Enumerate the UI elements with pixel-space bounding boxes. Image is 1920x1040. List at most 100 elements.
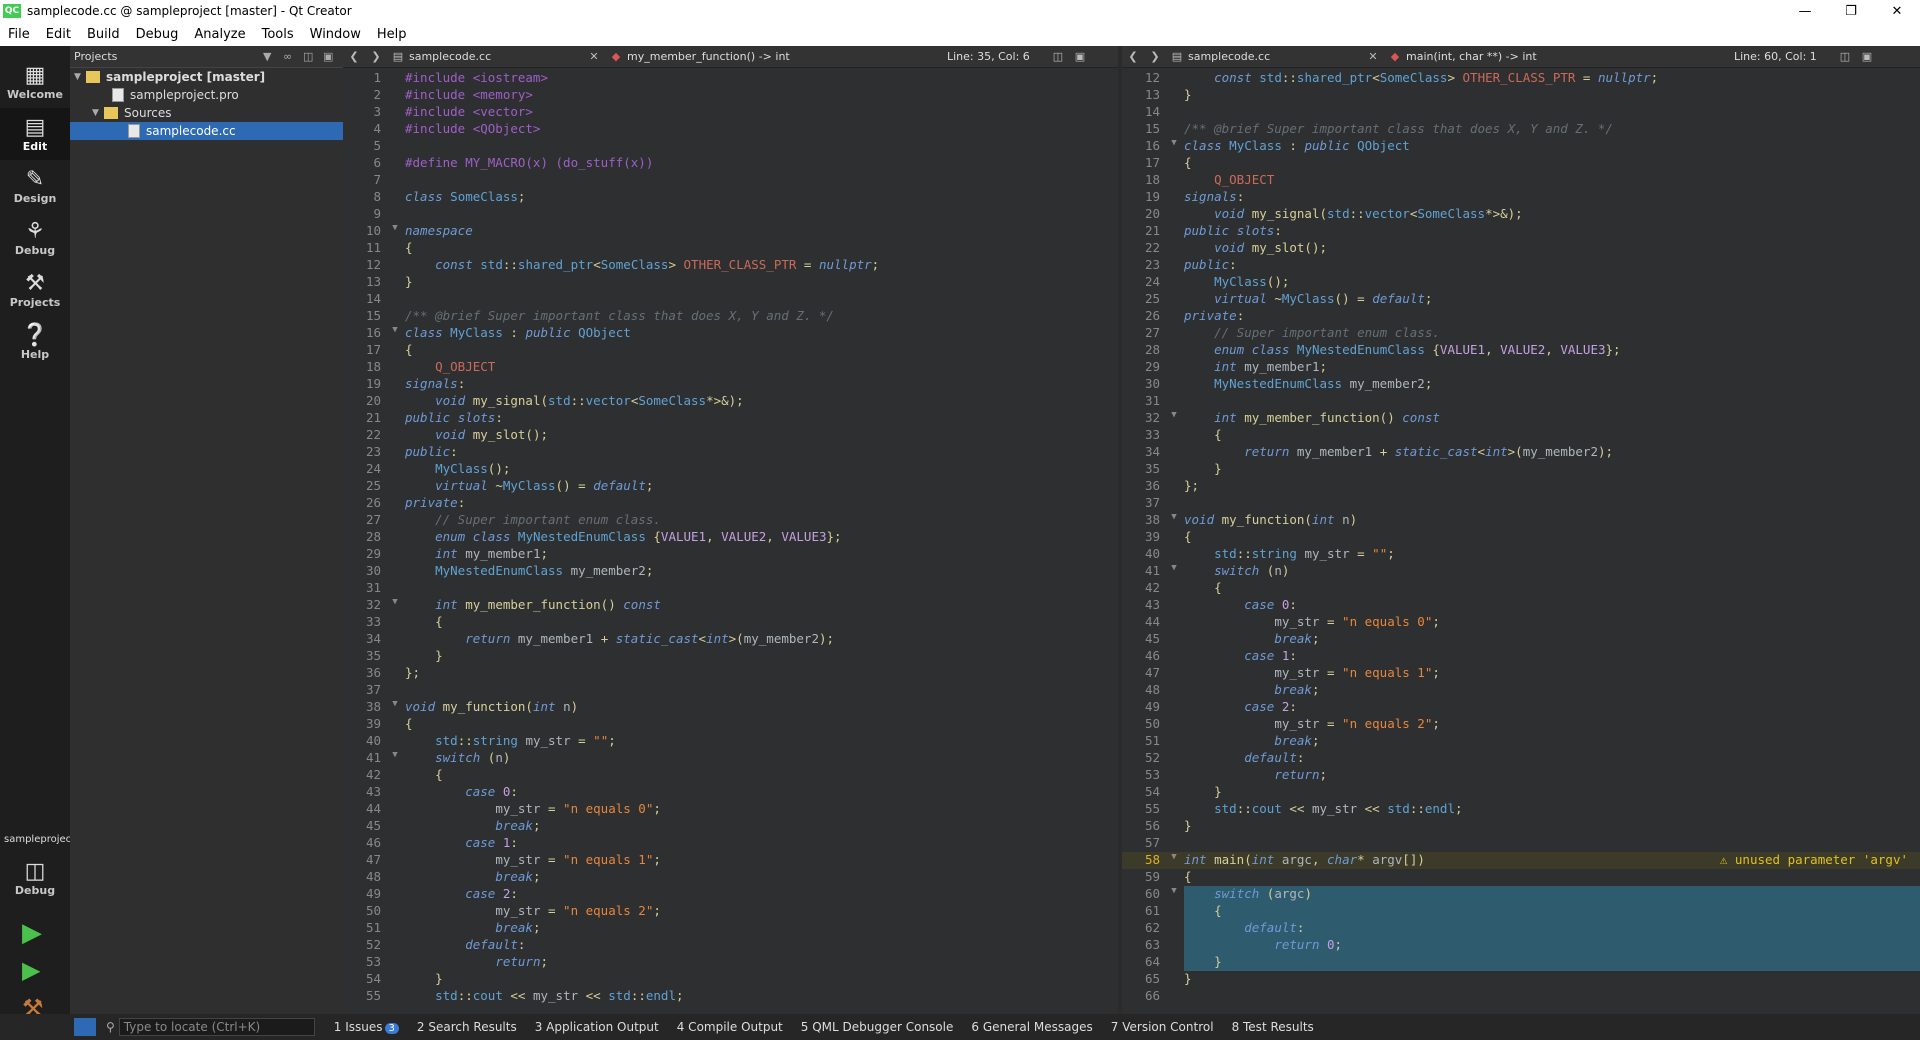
- code-line[interactable]: 16 ▼ class MyClass : public QObject: [343, 325, 1118, 342]
- code-line[interactable]: 19 signals:: [343, 376, 1118, 393]
- code-line[interactable]: 16 ▼ class MyClass : public QObject: [1122, 138, 1920, 155]
- code-line[interactable]: 6 #define MY_MACRO(x) (do_stuff(x)): [343, 155, 1118, 172]
- tab-application-output[interactable]: 3 Application Output: [526, 1020, 668, 1034]
- code-line[interactable]: 28 enum class MyNestedEnumClass {VALUE1,…: [343, 529, 1118, 546]
- code-line[interactable]: 27 // Super important enum class.: [343, 512, 1118, 529]
- code-line[interactable]: 37: [343, 682, 1118, 699]
- code-line[interactable]: 35 }: [1122, 461, 1920, 478]
- code-line[interactable]: 43 case 0:: [1122, 597, 1920, 614]
- mode-welcome[interactable]: ▦ Welcome: [0, 56, 70, 108]
- code-line[interactable]: 24 MyClass();: [1122, 274, 1920, 291]
- code-line[interactable]: 33 {: [1122, 427, 1920, 444]
- code-line[interactable]: 46 case 1:: [1122, 648, 1920, 665]
- code-line[interactable]: 30 MyNestedEnumClass my_member2;: [343, 563, 1118, 580]
- code-line[interactable]: 60 ▼ switch (argc): [1122, 886, 1920, 903]
- maximize-button[interactable]: ❐: [1828, 0, 1874, 22]
- code-line[interactable]: 10 ▼ namespace: [343, 223, 1118, 240]
- code-line[interactable]: 13}: [343, 274, 1118, 291]
- code-line[interactable]: 50 my_str = "n equals 2";: [343, 903, 1118, 920]
- mode-debug[interactable]: ⚘ Debug: [0, 212, 70, 264]
- code-line[interactable]: 54 }: [343, 971, 1118, 988]
- fold-arrow-icon[interactable]: ▼: [385, 699, 405, 716]
- code-line[interactable]: 21 public slots:: [1122, 223, 1920, 240]
- code-line[interactable]: 22 void my_slot();: [1122, 240, 1920, 257]
- code-line[interactable]: 43 case 0:: [343, 784, 1118, 801]
- code-line[interactable]: 66: [1122, 988, 1920, 1005]
- code-line[interactable]: 42 {: [343, 767, 1118, 784]
- code-line[interactable]: 31: [343, 580, 1118, 597]
- code-line[interactable]: 52 default:: [1122, 750, 1920, 767]
- code-line[interactable]: 46 case 1:: [343, 835, 1118, 852]
- mode-edit[interactable]: ▤ Edit: [0, 108, 70, 160]
- code-line[interactable]: 19 signals:: [1122, 189, 1920, 206]
- code-line[interactable]: 48 break;: [343, 869, 1118, 886]
- code-line[interactable]: 45 break;: [1122, 631, 1920, 648]
- back-arrow-icon[interactable]: ❮: [1122, 50, 1144, 63]
- code-line[interactable]: 26 private:: [1122, 308, 1920, 325]
- fold-arrow-icon[interactable]: ▼: [1164, 563, 1184, 580]
- mode-projects[interactable]: ⚒ Projects: [0, 264, 70, 316]
- filter-icon[interactable]: ▼: [263, 50, 283, 63]
- code-line[interactable]: 30 MyNestedEnumClass my_member2;: [1122, 376, 1920, 393]
- code-line[interactable]: 40 std::string my_str = "";: [1122, 546, 1920, 563]
- code-line[interactable]: 32 ▼ int my_member_function() const: [343, 597, 1118, 614]
- code-line[interactable]: 63 return 0;: [1122, 937, 1920, 954]
- symbol-selector[interactable]: main(int, char **) -> int: [1406, 50, 1734, 63]
- code-line[interactable]: 65}: [1122, 971, 1920, 988]
- code-line[interactable]: 36};: [1122, 478, 1920, 495]
- projects-view-selector[interactable]: Projects: [74, 50, 263, 63]
- code-line[interactable]: 14: [343, 291, 1118, 308]
- fold-arrow-icon[interactable]: ▼: [1164, 512, 1184, 529]
- tab-issues[interactable]: 1 Issues 3: [325, 1020, 408, 1034]
- code-line[interactable]: 1 #include <iostream>: [343, 70, 1118, 87]
- tab-compile-output[interactable]: 4 Compile Output: [668, 1020, 792, 1034]
- toggle-sidebar-button[interactable]: [74, 1018, 96, 1036]
- mode-help[interactable]: ❔ Help: [0, 316, 70, 368]
- fold-arrow-icon[interactable]: ▼: [385, 750, 405, 767]
- code-line[interactable]: 58 ▼ int main(int argc, char* argv[]) ⚠ unu…: [1122, 852, 1920, 869]
- code-area[interactable]: 12 const std::shared_ptr<SomeClass> OTHE…: [1122, 70, 1920, 1005]
- code-line[interactable]: 25 virtual ~MyClass() = default;: [1122, 291, 1920, 308]
- code-line[interactable]: 4 #include <QObject>: [343, 121, 1118, 138]
- code-line[interactable]: 52 default:: [343, 937, 1118, 954]
- close-button[interactable]: ✕: [1874, 0, 1920, 22]
- code-line[interactable]: 55 std::cout << my_str << std::endl;: [343, 988, 1118, 1005]
- menu-debug[interactable]: Debug: [128, 27, 187, 42]
- menu-tools[interactable]: Tools: [254, 27, 302, 42]
- code-line[interactable]: 62 default:: [1122, 920, 1920, 937]
- code-line[interactable]: 42 {: [1122, 580, 1920, 597]
- code-area[interactable]: 1 #include <iostream> 2 #include <memory> 3 #…: [343, 70, 1118, 1005]
- code-line[interactable]: 32 ▼ int my_member_function() const: [1122, 410, 1920, 427]
- code-line[interactable]: 50 my_str = "n equals 2";: [1122, 716, 1920, 733]
- code-line[interactable]: 5: [343, 138, 1118, 155]
- menu-analyze[interactable]: Analyze: [186, 27, 253, 42]
- close-panel-icon[interactable]: ▣: [323, 50, 343, 63]
- fold-arrow-icon[interactable]: ▼: [385, 325, 405, 342]
- close-split-icon[interactable]: ▣: [1069, 50, 1091, 63]
- tab-general-messages[interactable]: 6 General Messages: [962, 1020, 1101, 1034]
- locator-input[interactable]: Type to locate (Ctrl+K): [118, 1018, 315, 1036]
- code-line[interactable]: 29 int my_member1;: [1122, 359, 1920, 376]
- code-line[interactable]: 49 case 2:: [1122, 699, 1920, 716]
- tree-item-project[interactable]: ▼ sampleproject [master]: [70, 68, 343, 86]
- code-line[interactable]: 3 #include <vector>: [343, 104, 1118, 121]
- code-line[interactable]: 37: [1122, 495, 1920, 512]
- menu-build[interactable]: Build: [79, 27, 128, 42]
- code-line[interactable]: 12 const std::shared_ptr<SomeClass> OTHE…: [1122, 70, 1920, 87]
- code-line[interactable]: 64 }: [1122, 954, 1920, 971]
- code-line[interactable]: 55 std::cout << my_str << std::endl;: [1122, 801, 1920, 818]
- code-line[interactable]: 18 Q_OBJECT: [1122, 172, 1920, 189]
- code-line[interactable]: 20 void my_signal(std::vector<SomeClass*…: [1122, 206, 1920, 223]
- forward-arrow-icon[interactable]: ❯: [1144, 50, 1166, 63]
- cursor-position[interactable]: Line: 35, Col: 6: [947, 50, 1047, 63]
- code-line[interactable]: 18 Q_OBJECT: [343, 359, 1118, 376]
- debug-run-button[interactable]: ▶: [22, 956, 40, 984]
- code-line[interactable]: 54 }: [1122, 784, 1920, 801]
- tab-version-control[interactable]: 7 Version Control: [1102, 1020, 1223, 1034]
- code-line[interactable]: 41 ▼ switch (n): [1122, 563, 1920, 580]
- menu-edit[interactable]: Edit: [38, 27, 79, 42]
- code-line[interactable]: 26 private:: [343, 495, 1118, 512]
- code-line[interactable]: 31: [1122, 393, 1920, 410]
- code-line[interactable]: 13}: [1122, 87, 1920, 104]
- code-line[interactable]: 59 {: [1122, 869, 1920, 886]
